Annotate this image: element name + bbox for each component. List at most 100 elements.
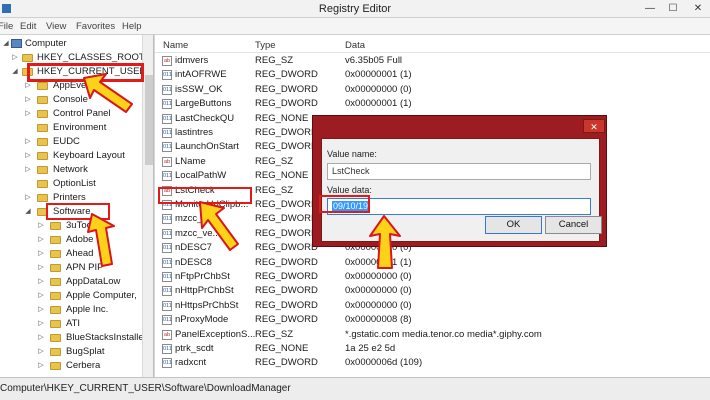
binary-value-icon: 011 <box>162 99 172 110</box>
collapse-toggle-icon[interactable]: ◢ <box>24 205 32 219</box>
expand-toggle-icon[interactable]: ▷ <box>37 261 45 275</box>
value-name: nDESC7 <box>175 242 212 254</box>
expand-toggle-icon[interactable]: ▷ <box>24 107 32 121</box>
expand-toggle-icon[interactable]: ▷ <box>37 275 45 289</box>
value-name: ptrk_scdt <box>175 343 214 354</box>
binary-value-icon: 011 <box>162 228 172 239</box>
menu-edit[interactable]: Edit <box>20 21 36 32</box>
folder-icon <box>50 334 61 342</box>
expand-toggle-icon[interactable]: ▷ <box>37 247 45 261</box>
expand-toggle-icon[interactable]: ▷ <box>11 51 19 65</box>
expand-toggle-icon[interactable]: ▷ <box>37 233 45 247</box>
value-row[interactable]: 011 nFtpPrChbSt REG_DWORD 0x00000000 (0) <box>155 270 710 284</box>
column-header-data[interactable]: Data <box>345 40 365 51</box>
value-type: REG_DWORD <box>255 83 318 95</box>
binary-value-icon: 011 <box>162 142 172 153</box>
binary-value-icon: 011 <box>162 344 172 354</box>
dialog-body: Value name: LstCheck Value data: 09/10/1… <box>321 138 602 242</box>
status-path: Computer\HKEY_CURRENT_USER\Software\Down… <box>0 383 291 394</box>
value-type: REG_DWORD <box>255 256 318 268</box>
collapse-toggle-icon[interactable]: ◢ <box>2 37 10 51</box>
value-row[interactable]: 011 nHttpsPrChbSt REG_DWORD 0x00000000 (0) <box>155 299 710 313</box>
expand-toggle-icon[interactable]: ▷ <box>24 163 32 177</box>
value-type: REG_DWORD <box>255 271 318 282</box>
value-row[interactable]: 011 LargeButtons REG_DWORD 0x00000001 (1) <box>155 97 710 111</box>
expand-toggle-icon[interactable]: ▷ <box>24 135 32 149</box>
folder-icon <box>50 236 61 244</box>
value-data-input[interactable]: 09/10/19 <box>327 198 591 215</box>
string-value-icon: ab <box>162 156 172 167</box>
binary-value-icon: 011 <box>162 113 172 124</box>
value-data: 1a 25 e2 5d <box>345 343 396 354</box>
value-row[interactable]: 011 radxcnt REG_DWORD 0x0000006d (109) <box>155 356 710 370</box>
maximize-button[interactable]: ☐ <box>663 0 683 18</box>
value-name: LastCheckQU <box>175 112 235 124</box>
value-row[interactable]: ab idmvers REG_SZ v6.35b05 Full <box>155 54 710 68</box>
expand-toggle-icon[interactable]: ▷ <box>37 317 45 331</box>
expand-toggle-icon[interactable]: ▷ <box>37 359 45 373</box>
column-header-name[interactable]: Name <box>163 40 188 51</box>
value-name: mzcc_ve... <box>175 227 221 239</box>
string-value-icon: ab <box>162 56 172 66</box>
folder-icon <box>37 110 48 118</box>
binary-value-icon: 011 <box>162 358 172 369</box>
expand-toggle-icon[interactable]: ▷ <box>37 345 45 359</box>
collapse-toggle-icon[interactable]: ◢ <box>11 65 19 79</box>
menu-help[interactable]: Help <box>122 21 142 32</box>
value-row[interactable]: 011 ptrk_scdt REG_NONE 1a 25 e2 5d <box>155 342 710 356</box>
folder-icon <box>37 82 48 90</box>
value-type: REG_NONE <box>255 343 309 354</box>
binary-value-icon: 011 <box>162 171 172 182</box>
expand-toggle-icon[interactable]: ▷ <box>24 191 32 205</box>
expand-toggle-icon[interactable]: ▷ <box>24 79 32 93</box>
value-type: REG_SZ <box>255 184 294 196</box>
tree-label: Ahead <box>66 248 94 259</box>
expand-toggle-icon[interactable]: ▷ <box>24 149 32 163</box>
value-row[interactable]: ab PanelExceptionS... REG_SZ *.gstatic.com … <box>155 328 710 342</box>
value-type: REG_DWORD <box>255 357 318 369</box>
binary-value-icon: 011 <box>162 315 172 326</box>
expand-toggle-icon[interactable]: ▷ <box>37 289 45 303</box>
value-data-text: 09/10/19 <box>332 201 370 211</box>
value-data: *.gstatic.com media.tenor.co media*.giph… <box>345 328 542 340</box>
value-row[interactable]: 011 intAOFRWE REG_DWORD 0x00000001 (1) <box>155 68 710 82</box>
column-header-type[interactable]: Type <box>255 40 276 51</box>
tree-label: Network <box>53 164 88 175</box>
expand-toggle-icon[interactable]: ▷ <box>24 93 32 107</box>
close-window-button[interactable]: ✕ <box>688 0 708 18</box>
menu-file[interactable]: File <box>0 21 13 32</box>
value-data: 0x00000000 (0) <box>345 299 412 311</box>
ok-button[interactable]: OK <box>485 216 542 234</box>
binary-value-icon: 011 <box>162 300 172 311</box>
value-row[interactable]: 011 isSSW_OK REG_DWORD 0x00000000 (0) <box>155 83 710 97</box>
scrollbar-thumb[interactable] <box>145 75 153 165</box>
menu-favorites[interactable]: Favorites <box>76 21 115 32</box>
dialog-close-button[interactable]: ✕ <box>583 119 605 133</box>
list-header: Name Type Data <box>155 35 710 53</box>
value-row[interactable]: 011 nProxyMode REG_DWORD 0x00000008 (8) <box>155 313 710 327</box>
value-name: nHttpPrChbSt <box>175 285 234 297</box>
value-row[interactable]: 011 nHttpPrChbSt REG_DWORD 0x00000000 (0) <box>155 284 710 298</box>
cancel-button[interactable]: Cancel <box>545 216 602 234</box>
value-name: radxcnt <box>175 357 207 369</box>
value-name: isSSW_OK <box>175 83 223 95</box>
binary-value-icon: 011 <box>162 200 172 210</box>
registry-tree[interactable]: ◢ Computer ▷ HKEY_CLASSES_ROOT ◢ HKEY_CU… <box>0 35 154 377</box>
menu-view[interactable]: View <box>46 21 66 32</box>
value-type: REG_DWORD <box>255 285 318 297</box>
value-row[interactable]: 011 nDESC8 REG_DWORD 0x00000001 (1) <box>155 256 710 270</box>
tree-label: 3uTools <box>66 220 99 231</box>
expand-toggle-icon[interactable]: ▷ <box>37 219 45 233</box>
value-type: REG_NONE <box>255 112 309 124</box>
expand-toggle-icon[interactable]: ▷ <box>37 331 45 345</box>
value-type: REG_DWORD <box>255 199 318 210</box>
tree-label: Control Panel <box>53 108 111 119</box>
folder-icon <box>50 292 61 300</box>
minimize-button[interactable]: — <box>640 0 660 18</box>
value-name-label: Value name: <box>327 149 377 159</box>
expand-toggle-icon[interactable]: ▷ <box>37 303 45 317</box>
value-name: nHttpsPrChbSt <box>175 299 239 311</box>
value-type: REG_DWORD <box>255 314 318 326</box>
folder-icon <box>22 68 33 76</box>
tree-scrollbar[interactable] <box>142 35 153 377</box>
